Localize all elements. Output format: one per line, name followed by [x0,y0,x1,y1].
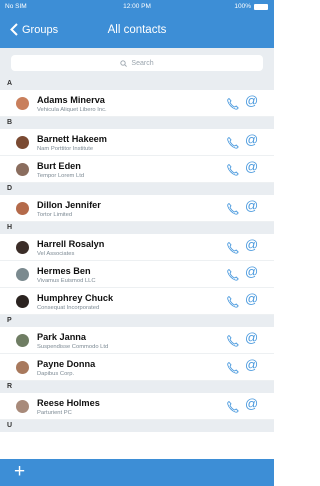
battery-icon [254,3,268,10]
contact-company: Suspendisse Commodo Ltd [37,344,109,350]
contact-name: Dillon Jennifer [37,200,101,210]
navigation-bar: Groups All contacts [0,14,274,48]
contact-company: Vel Associates [37,251,75,257]
phone-icon[interactable] [226,361,240,380]
section-header: R [0,381,274,393]
avatar [16,295,29,308]
contact-row[interactable]: Burt Eden Tempor Lorem Ltd @ [0,156,274,183]
section-header: D [0,183,274,195]
contact-row[interactable]: Humphrey Chuck Consequat Incorporated @ [0,288,274,315]
contact-name: Reese Holmes [37,398,100,408]
contact-company: Vivamus Euismod LLC [37,278,96,284]
avatar [16,97,29,110]
contact-name: Park Janna [37,332,87,342]
email-icon[interactable]: @ [245,198,258,213]
battery-indicator: 100% [234,3,268,10]
bottom-toolbar: + [0,459,274,486]
top-bar: No SIM 12:00 PM 100% Groups All contacts [0,0,274,48]
contact-row[interactable]: Reese Holmes Parturient PC @ [0,393,274,420]
email-icon[interactable]: @ [245,330,258,345]
contact-name: Barnett Hakeem [37,134,107,144]
contact-company: Tempor Lorem Ltd [37,173,85,179]
avatar [16,136,29,149]
search-area: Search [0,48,274,78]
contact-row[interactable]: Payne Donna Dapibus Corp. @ [0,354,274,381]
contact-company: Dapibus Corp. [37,371,75,377]
contact-name: Hermes Ben [37,266,91,276]
section-header: H [0,222,274,234]
phone-icon[interactable] [226,295,240,314]
email-icon[interactable]: @ [245,264,258,279]
contact-row[interactable]: Barnett Hakeem Nam Porttitor Institute @ [0,129,274,156]
phone-icon[interactable] [226,202,240,221]
phone-icon[interactable] [226,334,240,353]
contact-row[interactable]: Dillon Jennifer Tortor Limited @ [0,195,274,222]
avatar [16,400,29,413]
contact-row[interactable]: Adams Minerva Vehicula Aliquet Libero Inc… [0,90,274,117]
contact-company: Consequat Incorporated [37,305,100,311]
section-header: A [0,78,274,90]
phone-icon[interactable] [226,241,240,260]
search-placeholder: Search [131,59,154,67]
phone-icon[interactable] [226,400,240,419]
email-icon[interactable]: @ [245,396,258,411]
search-icon [120,59,128,67]
clock: 12:00 PM [123,3,151,10]
email-icon[interactable]: @ [245,132,258,147]
search-input[interactable]: Search [11,55,263,71]
section-header: U [0,420,274,432]
email-icon[interactable]: @ [245,159,258,174]
contact-row[interactable]: Hermes Ben Vivamus Euismod LLC @ [0,261,274,288]
contact-list: A Adams Minerva Vehicula Aliquet Libero In… [0,78,274,432]
email-icon[interactable]: @ [245,237,258,252]
avatar [16,268,29,281]
email-icon[interactable]: @ [245,357,258,372]
avatar [16,163,29,176]
avatar [16,202,29,215]
contact-company: Parturient PC [37,410,72,416]
contact-name: Adams Minerva [37,95,105,105]
phone-icon[interactable] [226,97,240,116]
email-icon[interactable]: @ [245,93,258,108]
email-icon[interactable]: @ [245,291,258,306]
contact-name: Humphrey Chuck [37,293,114,303]
avatar [16,361,29,374]
avatar [16,334,29,347]
status-bar: No SIM 12:00 PM 100% [0,0,274,14]
phone-icon[interactable] [226,136,240,155]
add-contact-button[interactable]: + [14,461,25,483]
contact-name: Harrell Rosalyn [37,239,105,249]
section-header: P [0,315,274,327]
contact-name: Payne Donna [37,359,96,369]
phone-icon[interactable] [226,163,240,182]
contact-row[interactable]: Harrell Rosalyn Vel Associates @ [0,234,274,261]
contact-company: Tortor Limited [37,212,73,218]
page-title: All contacts [107,24,167,36]
section-header: B [0,117,274,129]
avatar [16,241,29,254]
contact-company: Nam Porttitor Institute [37,146,94,152]
contact-company: Vehicula Aliquet Libero Inc. [37,107,107,113]
contact-row[interactable]: Park Janna Suspendisse Commodo Ltd @ [0,327,274,354]
battery-percent: 100% [234,3,251,10]
phone-icon[interactable] [226,268,240,287]
contact-name: Burt Eden [37,161,81,171]
